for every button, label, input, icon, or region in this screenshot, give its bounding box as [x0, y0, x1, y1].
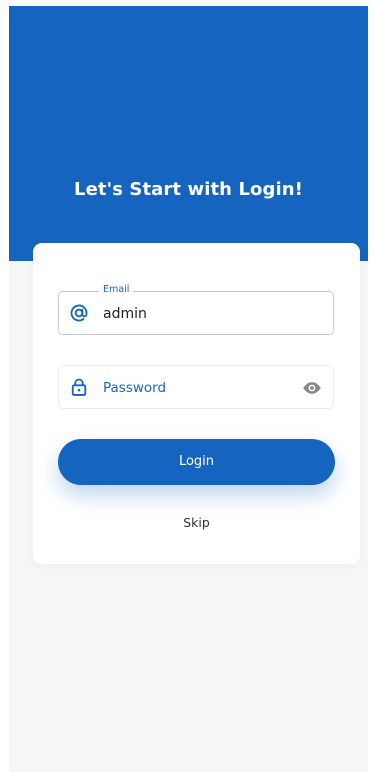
login-screen: Let's Start with Login! Email admin Pass…	[9, 6, 368, 772]
login-card: Email admin Password Login Skip	[33, 243, 360, 564]
lock-icon	[69, 377, 89, 397]
at-icon	[69, 303, 89, 323]
header-banner: Let's Start with Login!	[9, 6, 368, 261]
eye-icon[interactable]	[301, 378, 323, 398]
page-title: Let's Start with Login!	[74, 179, 303, 200]
skip-link[interactable]: Skip	[33, 515, 360, 530]
password-field[interactable]: Password	[58, 365, 334, 409]
login-button[interactable]: Login	[58, 439, 335, 485]
password-placeholder[interactable]: Password	[103, 378, 166, 398]
email-field[interactable]: Email admin	[58, 283, 334, 335]
email-label: Email	[99, 283, 134, 297]
email-value[interactable]: admin	[103, 304, 147, 324]
